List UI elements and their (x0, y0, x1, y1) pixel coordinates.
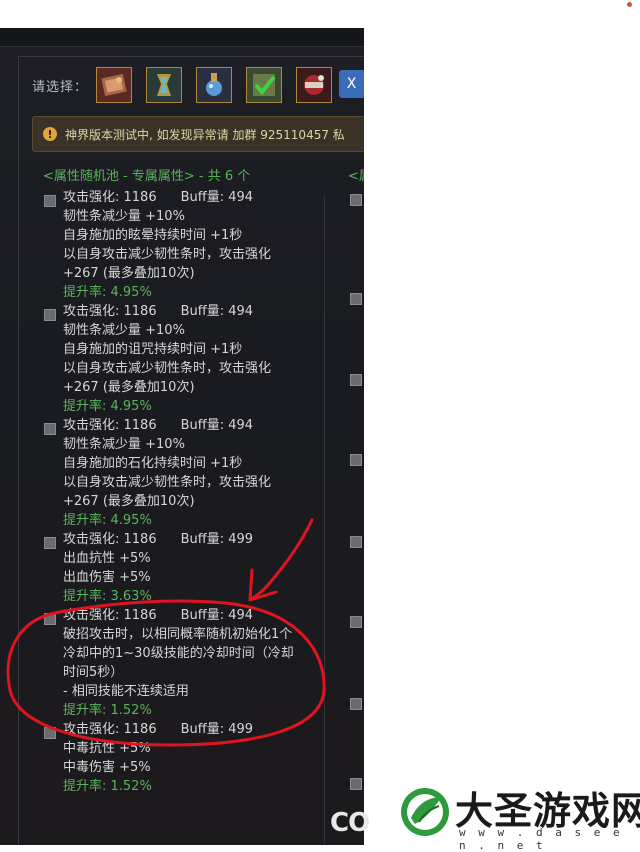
item-icon-2[interactable] (146, 67, 183, 103)
frame-top-line (18, 56, 364, 57)
attack-value: 攻击强化: 1186 (63, 608, 157, 623)
attack-value: 攻击强化: 1186 (63, 304, 157, 319)
entry-header: 攻击强化: 1186 Buff量: 499 (63, 530, 322, 549)
entry-line: 以自身攻击减少韧性条时，攻击强化 (63, 475, 272, 490)
entry-checkbox[interactable] (44, 727, 56, 739)
right-column-checkbox[interactable] (350, 194, 362, 206)
attack-value: 攻击强化: 1186 (63, 190, 157, 205)
entry-rate: 提升率: 4.95% (63, 285, 152, 300)
entry-line: 破招攻击时，以相同概率随机初始化1个 (63, 627, 293, 642)
item-icon-1[interactable] (96, 67, 133, 103)
entry-line: +267 (最多叠加10次) (63, 494, 195, 509)
right-column-checkbox[interactable] (350, 616, 362, 628)
right-column-checkbox[interactable] (350, 454, 362, 466)
entry-line: 中毒抗性 +5% (63, 741, 151, 756)
entry-line: 韧性条减少量 +10% (63, 323, 185, 338)
entry-rate: 提升率: 4.95% (63, 399, 152, 414)
entry-checkbox[interactable] (44, 537, 56, 549)
pool-header-right: <属 (348, 169, 364, 184)
entry-line: 时间5秒） (63, 665, 124, 680)
attribute-entry: 攻击强化: 1186 Buff量: 494 韧性条减少量 +10% 自身施加的石化… (40, 416, 322, 530)
buff-value: Buff量: 499 (180, 532, 254, 547)
buff-value: Buff量: 494 (180, 304, 254, 319)
entry-rate: 提升率: 4.95% (63, 513, 152, 528)
right-column-checkbox[interactable] (350, 374, 362, 386)
attack-value: 攻击强化: 1186 (63, 722, 157, 737)
entry-line: 自身施加的眩晕持续时间 +1秒 (63, 228, 243, 243)
entry-header: 攻击强化: 1186 Buff量: 494 (63, 606, 322, 625)
entry-header: 攻击强化: 1186 Buff量: 494 (63, 302, 322, 321)
entry-rate: 提升率: 1.52% (63, 703, 152, 718)
attribute-entry: 攻击强化: 1186 Buff量: 494 韧性条减少量 +10% 自身施加的诅咒… (40, 302, 322, 416)
right-column-checkbox[interactable] (350, 536, 362, 548)
entry-line: 自身施加的石化持续时间 +1秒 (63, 456, 243, 471)
attribute-entry: 攻击强化: 1186 Buff量: 499 出血抗性 +5% 出血伤害 +5% 提… (40, 530, 322, 606)
attribute-panel: 请选择： X ! 神界版本测试中, 如发现异常请 加群 925110457 私 … (0, 28, 364, 845)
attribute-entry: 攻击强化: 1186 Buff量: 494 破招攻击时，以相同概率随机初始化1个 … (40, 606, 322, 720)
entry-line: 自身施加的诅咒持续时间 +1秒 (63, 342, 243, 357)
right-column-checkbox[interactable] (350, 778, 362, 790)
entry-line: +267 (最多叠加10次) (63, 380, 195, 395)
close-button[interactable]: X (339, 70, 364, 98)
column-divider (324, 196, 325, 845)
pool-header: <属性随机池 - 专属属性> - 共 6 个 (43, 169, 251, 184)
entry-rate: 提升率: 3.63% (63, 589, 152, 604)
attack-value: 攻击强化: 1186 (63, 418, 157, 433)
entry-line: 韧性条减少量 +10% (63, 437, 185, 452)
right-column-checkbox[interactable] (350, 293, 362, 305)
buff-value: Buff量: 494 (180, 418, 254, 433)
panel-top-bar (0, 28, 364, 47)
entry-line: 冷却中的1~30级技能的冷却时间（冷却 (63, 646, 294, 661)
selector-label: 请选择： (32, 79, 89, 95)
entry-line: 出血抗性 +5% (63, 551, 151, 566)
right-column-checkbox[interactable] (350, 698, 362, 710)
entry-checkbox[interactable] (44, 613, 56, 625)
buff-value: Buff量: 494 (180, 608, 254, 623)
entry-rate: 提升率: 1.52% (63, 779, 152, 794)
notice-banner: ! 神界版本测试中, 如发现异常请 加群 925110457 私 (32, 116, 364, 152)
entry-line: 以自身攻击减少韧性条时，攻击强化 (63, 247, 272, 262)
attribute-entry: 攻击强化: 1186 Buff量: 494 韧性条减少量 +10% 自身施加的眩晕… (40, 188, 322, 302)
item-icon-3[interactable] (196, 67, 233, 103)
buff-value: Buff量: 494 (180, 190, 254, 205)
frame-left-line (18, 56, 19, 845)
entry-checkbox[interactable] (44, 423, 56, 435)
corner-dot (627, 2, 632, 7)
buff-value: Buff量: 499 (180, 722, 254, 737)
top-white-strip (0, 0, 640, 28)
entry-header: 攻击强化: 1186 Buff量: 494 (63, 188, 322, 207)
entry-line: 出血伤害 +5% (63, 570, 151, 585)
watermark-url: w w w . d a s e e n . n e t (459, 826, 623, 852)
attribute-list: 攻击强化: 1186 Buff量: 494 韧性条减少量 +10% 自身施加的眩晕… (40, 188, 322, 796)
entry-header: 攻击强化: 1186 Buff量: 494 (63, 416, 322, 435)
entry-line: - 相同技能不连续适用 (63, 684, 189, 699)
entry-checkbox[interactable] (44, 309, 56, 321)
attack-value: 攻击强化: 1186 (63, 532, 157, 547)
entry-line: 中毒伤害 +5% (63, 760, 151, 775)
item-icon-4[interactable] (246, 67, 283, 103)
watermark-logo-icon (401, 788, 449, 836)
item-icon-5[interactable] (296, 67, 333, 103)
entry-line: 以自身攻击减少韧性条时，攻击强化 (63, 361, 272, 376)
entry-line: +267 (最多叠加10次) (63, 266, 195, 281)
site-watermark: 大圣游戏网 w w w . d a s e e n . n e t (395, 778, 640, 852)
selector-row: 请选择： (32, 65, 346, 105)
warning-icon: ! (43, 127, 57, 141)
entry-line: 韧性条减少量 +10% (63, 209, 185, 224)
attribute-entry: 攻击强化: 1186 Buff量: 499 中毒抗性 +5% 中毒伤害 +5% 提… (40, 720, 322, 796)
watermark-co: CO (330, 808, 370, 838)
entry-header: 攻击强化: 1186 Buff量: 499 (63, 720, 322, 739)
notice-text: 神界版本测试中, 如发现异常请 加群 925110457 私 (65, 127, 345, 142)
entry-checkbox[interactable] (44, 195, 56, 207)
